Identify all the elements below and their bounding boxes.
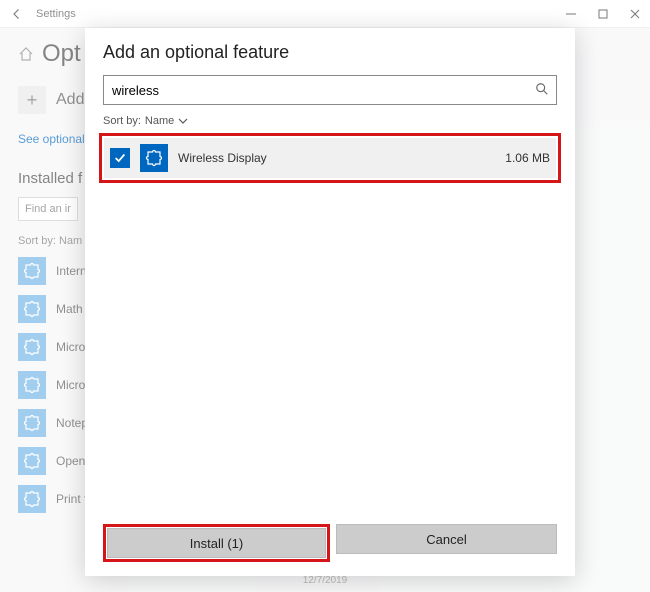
list-item-label: Notep [56,416,88,430]
highlighted-install: Install (1) [103,524,330,562]
cancel-button[interactable]: Cancel [336,524,557,554]
add-optional-feature-dialog: Add an optional feature Sort by: Name Wi… [85,28,575,576]
feature-puzzle-icon [18,295,46,323]
sort-value: Name [145,115,174,127]
feature-size: 1.06 MB [505,151,550,165]
install-button[interactable]: Install (1) [107,528,326,558]
dialog-title: Add an optional feature [103,42,557,63]
search-icon[interactable] [535,82,549,96]
feature-name: Wireless Display [178,151,495,165]
window-titlebar: Settings [0,0,650,28]
footer-date: 12/7/2019 [303,575,348,586]
feature-checkbox[interactable] [110,148,130,168]
list-item-label: Open [56,454,85,468]
feature-puzzle-icon [140,144,168,172]
maximize-icon[interactable] [596,7,610,21]
feature-puzzle-icon [18,333,46,361]
chevron-down-icon [178,116,188,126]
plus-icon[interactable]: + [18,86,46,114]
list-item-label: Print f [56,492,87,506]
highlighted-result: Wireless Display 1.06 MB [99,133,561,183]
sort-prefix: Sort by: [103,115,141,127]
list-item-label: Intern [56,264,87,278]
find-installed-input[interactable] [18,197,78,221]
feature-puzzle-icon [18,371,46,399]
feature-puzzle-icon [18,409,46,437]
back-icon[interactable] [8,5,26,23]
feature-result-row[interactable]: Wireless Display 1.06 MB [104,138,556,178]
page-title: Opt [42,40,81,68]
list-item-label: Math [56,302,83,316]
home-icon[interactable] [18,46,34,62]
window-title: Settings [36,8,564,20]
list-item-label: Micro [56,378,85,392]
feature-puzzle-icon [18,485,46,513]
close-icon[interactable] [628,7,642,21]
feature-search-input[interactable] [103,75,557,105]
feature-puzzle-icon [18,257,46,285]
minimize-icon[interactable] [564,7,578,21]
list-item-label: Micro [56,340,85,354]
sort-by-control[interactable]: Sort by: Name [103,115,557,127]
feature-puzzle-icon [18,447,46,475]
